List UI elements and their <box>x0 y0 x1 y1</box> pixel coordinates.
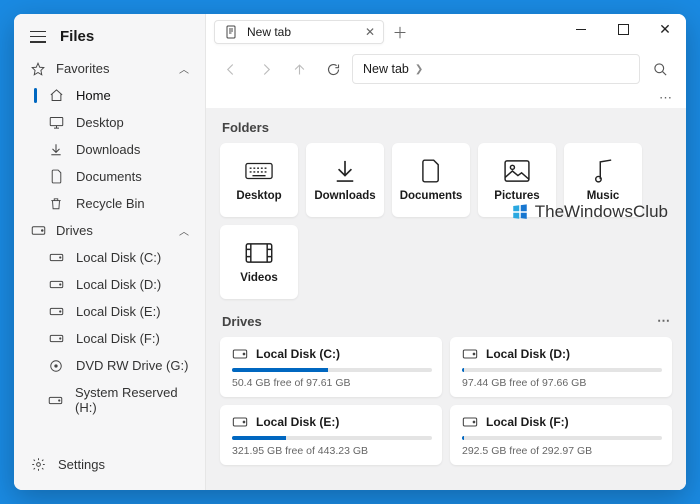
content-area: Folders Desktop Downloads Documents Pic <box>206 108 686 490</box>
chevron-up-icon: ︿ <box>179 61 189 76</box>
star-icon <box>30 62 46 76</box>
sidebar-item-documents[interactable]: Documents <box>14 163 205 190</box>
nav-back-button[interactable] <box>216 55 246 83</box>
document-icon <box>48 169 64 184</box>
sidebar-item-drive-g[interactable]: DVD RW Drive (G:) <box>14 352 205 379</box>
sidebar-item-desktop[interactable]: Desktop <box>14 109 205 136</box>
search-button[interactable] <box>644 54 676 84</box>
drives-heading: Drives ⋯ <box>220 309 672 337</box>
folders-grid: Desktop Downloads Documents Pictures Mus… <box>220 143 672 299</box>
sidebar-item-drive-f[interactable]: Local Disk (F:) <box>14 325 205 352</box>
folder-downloads[interactable]: Downloads <box>306 143 384 217</box>
sidebar-item-drive-h[interactable]: System Reserved (H:) <box>14 379 205 421</box>
image-icon <box>504 158 530 184</box>
drives-grid: Local Disk (C:) 50.4 GB free of 97.61 GB… <box>220 337 672 465</box>
drive-icon <box>462 348 478 360</box>
sidebar-item-downloads[interactable]: Downloads <box>14 136 205 163</box>
window-maximize-button[interactable] <box>602 14 644 44</box>
document-icon <box>422 158 440 184</box>
drive-icon <box>48 253 64 262</box>
drive-icon <box>30 225 46 236</box>
app-title: Files <box>60 28 94 45</box>
trash-icon <box>48 196 64 211</box>
drive-icon <box>48 334 64 343</box>
sidebar-item-drive-e[interactable]: Local Disk (E:) <box>14 298 205 325</box>
download-icon <box>48 142 64 157</box>
sidebar: Files Favorites ︿ Home Desktop D <box>14 14 206 490</box>
folder-pictures[interactable]: Pictures <box>478 143 556 217</box>
window-close-button[interactable]: ✕ <box>644 14 686 44</box>
download-icon <box>334 158 356 184</box>
main-area: New tab ✕ ＋ ✕ <box>206 14 686 490</box>
drive-icon <box>232 348 248 360</box>
page-icon <box>223 25 239 39</box>
folder-music[interactable]: Music <box>564 143 642 217</box>
sidebar-item-recyclebin[interactable]: Recycle Bin <box>14 190 205 217</box>
more-options-button[interactable]: ⋯ <box>659 90 672 106</box>
drive-card-c[interactable]: Local Disk (C:) 50.4 GB free of 97.61 GB <box>220 337 442 397</box>
usage-bar <box>232 436 432 440</box>
nav-toolbar: New tab ❯ <box>206 50 686 90</box>
folder-videos[interactable]: Videos <box>220 225 298 299</box>
drive-icon <box>232 416 248 428</box>
drive-icon <box>462 416 478 428</box>
nav-refresh-button[interactable] <box>318 55 348 83</box>
chevron-right-icon: ❯ <box>415 64 423 75</box>
chevron-up-icon: ︿ <box>179 223 189 238</box>
desktop-icon <box>48 116 64 129</box>
titlebar: New tab ✕ ＋ ✕ <box>206 14 686 50</box>
sidebar-item-home[interactable]: Home <box>14 82 205 109</box>
nav-forward-button[interactable] <box>250 55 280 83</box>
folder-desktop[interactable]: Desktop <box>220 143 298 217</box>
music-icon <box>593 158 613 184</box>
home-icon <box>48 88 64 103</box>
usage-bar <box>462 368 662 372</box>
sidebar-section-favorites[interactable]: Favorites ︿ <box>14 55 205 82</box>
drive-card-e[interactable]: Local Disk (E:) 321.95 GB free of 443.23… <box>220 405 442 465</box>
drive-card-d[interactable]: Local Disk (D:) 97.44 GB free of 97.66 G… <box>450 337 672 397</box>
usage-bar <box>232 368 432 372</box>
disc-icon <box>48 359 64 373</box>
drive-card-f[interactable]: Local Disk (F:) 292.5 GB free of 292.97 … <box>450 405 672 465</box>
nav-up-button[interactable] <box>284 55 314 83</box>
new-tab-button[interactable]: ＋ <box>388 20 412 44</box>
sidebar-item-drive-d[interactable]: Local Disk (D:) <box>14 271 205 298</box>
drive-icon <box>48 396 63 405</box>
window-controls: ✕ <box>560 14 686 44</box>
tab-new[interactable]: New tab ✕ <box>214 20 384 44</box>
hamburger-icon[interactable] <box>30 31 46 43</box>
window-minimize-button[interactable] <box>560 14 602 44</box>
app-window: Files Favorites ︿ Home Desktop D <box>14 14 686 490</box>
tab-close-icon[interactable]: ✕ <box>363 25 377 39</box>
drive-icon <box>48 307 64 316</box>
gear-icon <box>30 457 46 472</box>
folders-heading: Folders <box>220 116 672 143</box>
drives-more-button[interactable]: ⋯ <box>657 313 670 329</box>
breadcrumb[interactable]: New tab ❯ <box>352 54 640 84</box>
sidebar-item-drive-c[interactable]: Local Disk (C:) <box>14 244 205 271</box>
keyboard-icon <box>245 158 273 184</box>
sidebar-section-drives[interactable]: Drives ︿ <box>14 217 205 244</box>
drive-icon <box>48 280 64 289</box>
folder-documents[interactable]: Documents <box>392 143 470 217</box>
sidebar-item-settings[interactable]: Settings <box>14 447 205 482</box>
usage-bar <box>462 436 662 440</box>
video-icon <box>245 240 273 266</box>
